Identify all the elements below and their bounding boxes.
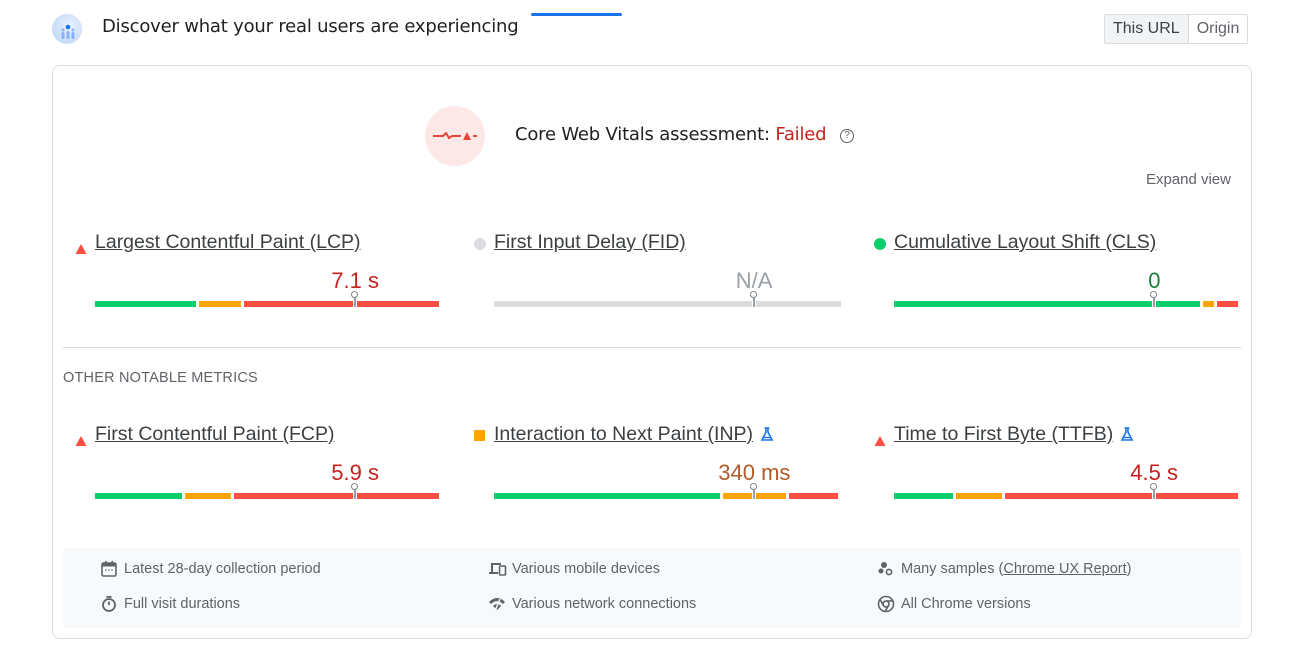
distribution-bar — [494, 483, 841, 499]
bar-segment-poor — [1216, 301, 1238, 307]
bar-segment-poor — [233, 493, 439, 499]
metric-fid: First Input Delay (FID) N/A — [474, 231, 844, 321]
metric-name-link[interactable]: First Input Delay (FID) — [494, 231, 686, 254]
p75-marker — [351, 291, 359, 307]
url-origin-toggle: This URL Origin — [1104, 14, 1249, 44]
p75-marker — [1150, 291, 1158, 307]
failed-pulse-icon — [425, 106, 485, 166]
bar-segment-needs-improvement — [199, 301, 242, 307]
triangle-rating-icon — [75, 238, 87, 254]
metric-fcp: First Contentful Paint (FCP) 5.9 s — [75, 423, 445, 513]
stopwatch-icon — [102, 596, 116, 612]
triangle-rating-icon — [874, 430, 886, 446]
triangle-rating-icon — [75, 430, 87, 446]
bar-segment-good — [95, 493, 183, 499]
metric-name-link[interactable]: Cumulative Layout Shift (CLS) — [894, 231, 1156, 254]
experimental-flask-icon[interactable] — [1119, 426, 1135, 442]
bar-segment-good — [494, 493, 721, 499]
bar-segment-needs-improvement — [1202, 301, 1214, 307]
assessment-status: Failed — [775, 124, 827, 145]
bar-segment-good — [95, 301, 197, 307]
distribution-bar — [894, 483, 1241, 499]
section-divider — [63, 347, 1241, 348]
metric-lcp: Largest Contentful Paint (LCP) 7.1 s — [75, 231, 445, 321]
metric-inp: Interaction to Next Paint (INP) 340 ms — [474, 423, 844, 513]
p75-marker — [1150, 483, 1158, 499]
devices-icon — [489, 563, 507, 576]
field-data-card: Core Web Vitals assessment: Failed ? Exp… — [52, 65, 1252, 639]
samples-icon — [878, 562, 893, 576]
metric-ttfb: Time to First Byte (TTFB) 4.5 s — [874, 423, 1244, 513]
bar-segment-poor — [244, 301, 439, 307]
bar-segment-poor — [788, 493, 838, 499]
calendar-icon — [101, 561, 117, 577]
metric-name-link[interactable]: Largest Contentful Paint (LCP) — [95, 231, 361, 254]
toggle-this-url[interactable]: This URL — [1105, 15, 1189, 43]
bar-segment-needs-improvement — [956, 493, 1003, 499]
toggle-origin[interactable]: Origin — [1188, 15, 1248, 43]
metric-cls: Cumulative Layout Shift (CLS) 0 — [874, 231, 1244, 321]
page-title: Discover what your real users are experi… — [102, 16, 519, 37]
help-icon[interactable]: ? — [839, 129, 854, 143]
chrome-ux-report-link[interactable]: Chrome UX Report — [1003, 561, 1126, 577]
metric-name-link[interactable]: Time to First Byte (TTFB) — [894, 423, 1113, 446]
header: Discover what your real users are experi… — [52, 12, 1252, 46]
assessment-label: Core Web Vitals assessment: — [515, 124, 770, 145]
p75-marker — [750, 483, 758, 499]
data-info-footer: Latest 28-day collection period Full vis… — [63, 548, 1241, 628]
assessment-text: Core Web Vitals assessment: Failed ? — [515, 124, 854, 145]
bar-segment-na — [494, 301, 841, 307]
network-icon — [489, 598, 505, 612]
metric-name-link[interactable]: Interaction to Next Paint (INP) — [494, 423, 753, 446]
p75-marker — [750, 291, 758, 307]
circle-rating-icon — [874, 238, 886, 250]
metric-name-link[interactable]: First Contentful Paint (FCP) — [95, 423, 334, 446]
bar-segment-good — [894, 493, 954, 499]
p75-marker — [351, 483, 359, 499]
distribution-bar — [95, 483, 442, 499]
distribution-bar — [494, 291, 841, 307]
bar-segment-poor — [1005, 493, 1238, 499]
bar-segment-needs-improvement — [185, 493, 231, 499]
distribution-bar — [894, 291, 1241, 307]
square-rating-icon — [474, 430, 485, 441]
expand-view-button[interactable]: Expand view — [1146, 171, 1231, 188]
crux-users-icon — [52, 14, 82, 44]
circle-rating-icon — [474, 238, 486, 250]
other-metrics-heading: OTHER NOTABLE METRICS — [63, 370, 258, 386]
distribution-bar — [95, 291, 442, 307]
experimental-flask-icon[interactable] — [759, 426, 775, 442]
chrome-icon — [877, 595, 895, 613]
